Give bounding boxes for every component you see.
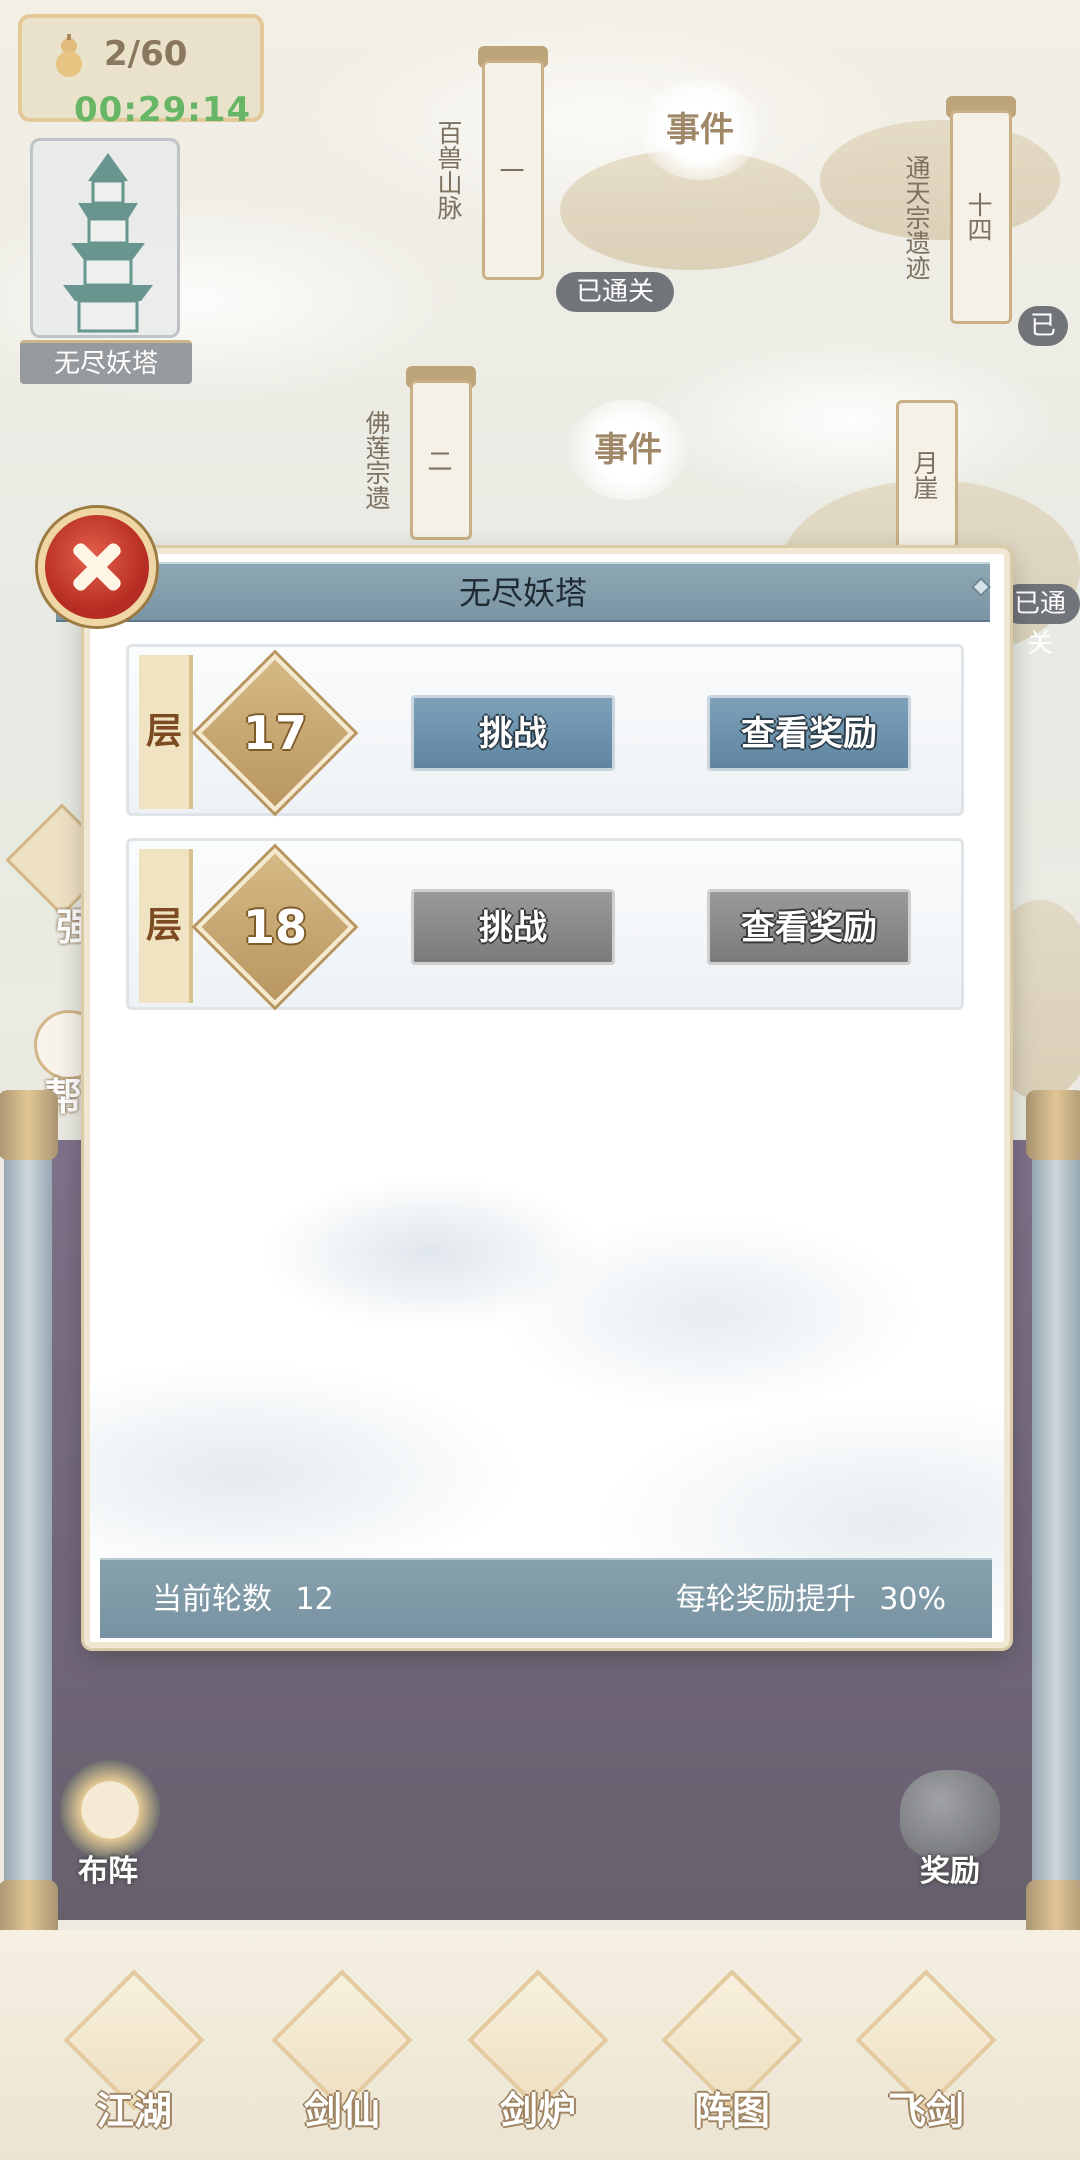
view-reward-button[interactable]: 查看奖励 [707, 695, 911, 771]
round-info-bar: 当前轮数 12 每轮奖励提升 30% [100, 1558, 992, 1638]
reward-boost-value: 30% [879, 1582, 946, 1617]
floor-tab-label: 层 [139, 849, 193, 1003]
current-round: 当前轮数 12 [152, 1560, 334, 1640]
reward-boost-label: 每轮奖励提升 [675, 1582, 856, 1617]
close-button[interactable] [38, 508, 156, 626]
floor-tab-label: 层 [139, 655, 193, 809]
current-round-value: 12 [295, 1582, 334, 1617]
reward-boost: 每轮奖励提升 30% [676, 1560, 946, 1640]
floor-row: 层 18 挑战 查看奖励 [126, 838, 964, 1010]
challenge-button[interactable]: 挑战 [411, 695, 615, 771]
floor-row: 层 17 挑战 查看奖励 [126, 644, 964, 816]
challenge-button-locked[interactable]: 挑战 [411, 889, 615, 965]
game-screen: 2/60 00:29:14 无尽妖塔 一 百兽山脉 事件 已通关 二 佛莲宗遗 … [0, 0, 1080, 2160]
floor-number: 18 [242, 900, 307, 954]
floor-number: 17 [242, 706, 307, 760]
current-round-label: 当前轮数 [152, 1582, 272, 1617]
view-reward-button[interactable]: 查看奖励 [707, 889, 911, 965]
dialog-title: 无尽妖塔 [56, 562, 990, 622]
